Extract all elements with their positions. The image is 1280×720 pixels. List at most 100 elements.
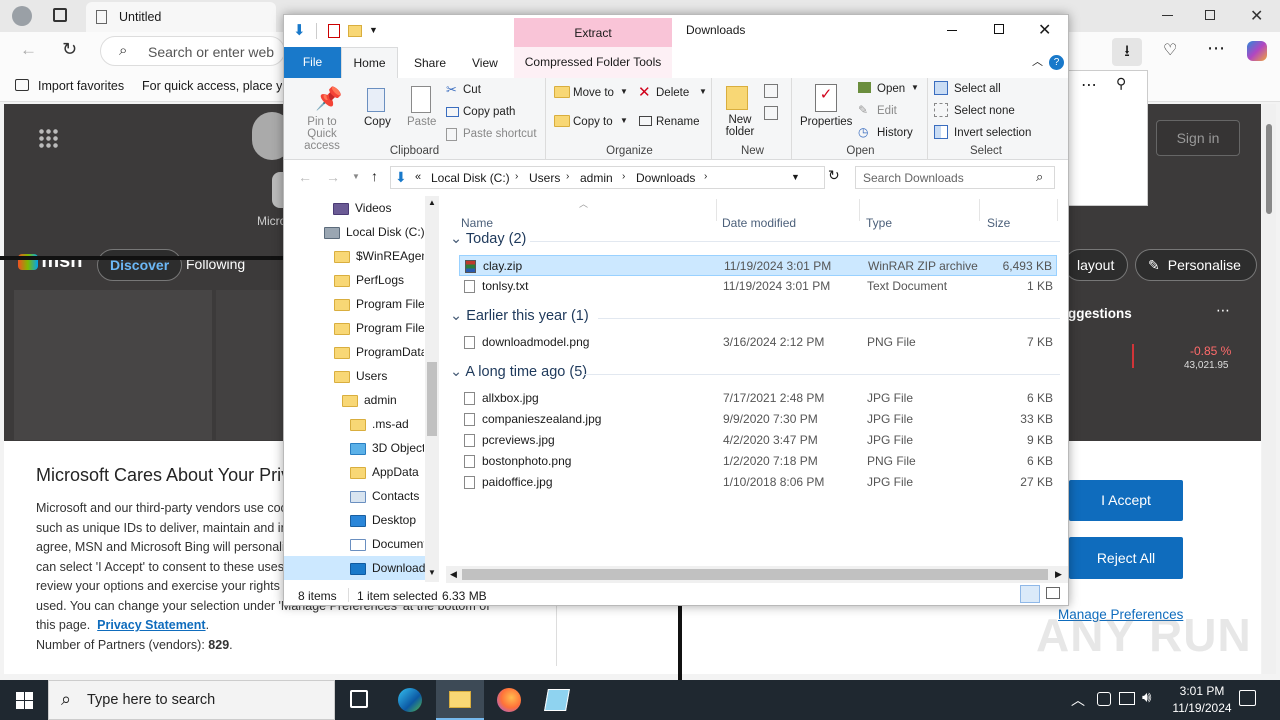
- paste-shortcut-button[interactable]: Paste shortcut: [446, 126, 544, 144]
- scroll-thumb[interactable]: [1266, 124, 1272, 214]
- column-name[interactable]: Name: [461, 216, 493, 230]
- copy-button[interactable]: Copy: [362, 82, 392, 142]
- reject-all-button[interactable]: Reject All: [1069, 537, 1183, 579]
- scroll-down-icon[interactable]: ▼: [428, 568, 436, 577]
- scroll-up-icon[interactable]: ▲: [428, 198, 436, 207]
- file-row[interactable]: downloadmodel.png 3/16/2024 2:12 PM PNG Fi…: [459, 332, 1057, 353]
- help-icon[interactable]: ?: [1049, 55, 1064, 70]
- delete-button[interactable]: ✕ Delete ▼: [638, 83, 710, 103]
- file-row[interactable]: tonlsy.txt 11/19/2024 3:01 PM Text Documen…: [459, 276, 1057, 297]
- back-icon[interactable]: ←: [298, 169, 312, 185]
- window-minimize-icon[interactable]: [1162, 15, 1173, 16]
- tab-file[interactable]: File: [284, 47, 341, 78]
- new-folder-button[interactable]: New folder: [720, 82, 756, 142]
- tree-item-perflogs[interactable]: PerfLogs: [284, 268, 424, 292]
- personalise-button[interactable]: ✎ Personalise: [1135, 249, 1257, 281]
- h-scroll-thumb[interactable]: [462, 569, 1048, 580]
- select-none-button[interactable]: Select none: [934, 100, 1042, 120]
- file-row[interactable]: companieszealand.jpg 9/9/2020 7:30 PM JPG …: [459, 409, 1057, 430]
- layout-button[interactable]: layout: [1064, 249, 1128, 281]
- window-restore-icon[interactable]: [1205, 10, 1215, 20]
- tab-untitled[interactable]: Untitled: [86, 2, 276, 32]
- tree-scroll-thumb[interactable]: [427, 362, 437, 436]
- flyout-more-icon[interactable]: ⋯: [1081, 75, 1097, 95]
- select-all-button[interactable]: Select all: [934, 78, 1042, 98]
- file-row[interactable]: bostonphoto.png 1/2/2020 7:18 PM PNG File 6…: [459, 451, 1057, 472]
- tree-item-3d-objects[interactable]: 3D Objects: [284, 436, 424, 460]
- address-bar[interactable]: ⌕ Search or enter web address: [100, 36, 285, 66]
- tab-actions-icon[interactable]: [53, 8, 67, 22]
- apps-grid-icon[interactable]: [38, 128, 58, 148]
- ethernet-icon[interactable]: [1119, 692, 1135, 705]
- tree-item-programdata[interactable]: ProgramData: [284, 340, 424, 364]
- close-icon[interactable]: ✕: [1038, 20, 1051, 40]
- maximize-icon[interactable]: [994, 24, 1004, 34]
- tree-item-winreagent[interactable]: $WinREAgent: [284, 244, 424, 268]
- tree-item-local-disk-c[interactable]: Local Disk (C:): [284, 220, 424, 244]
- edit-button[interactable]: ✎ Edit: [858, 100, 924, 120]
- file-row[interactable]: clay.zip 11/19/2024 3:01 PM WinRAR ZIP arc…: [459, 255, 1057, 276]
- tree-item-contacts[interactable]: Contacts: [284, 484, 424, 508]
- extract-context-tab[interactable]: Extract: [514, 18, 672, 48]
- back-icon[interactable]: ←: [20, 40, 37, 60]
- invert-selection-button[interactable]: Invert selection: [934, 122, 1042, 142]
- column-size[interactable]: Size: [987, 216, 1010, 230]
- start-button[interactable]: [0, 680, 48, 720]
- tree-item-videos[interactable]: Videos: [284, 196, 424, 220]
- msn-logo[interactable]: msn: [18, 250, 82, 276]
- crumb-admin[interactable]: admin: [580, 171, 613, 185]
- history-button[interactable]: ◷ History: [858, 122, 924, 142]
- cut-button[interactable]: ✂ Cut: [446, 82, 536, 100]
- group-header[interactable]: ⌄ Earlier this year (1): [450, 308, 1060, 324]
- clock-date[interactable]: 11/19/2024: [1165, 701, 1239, 715]
- browser-essentials-icon[interactable]: ♡: [1163, 40, 1177, 60]
- search-box[interactable]: Search Downloads ⌕: [855, 166, 1055, 189]
- privacy-statement-link[interactable]: Privacy Statement: [97, 618, 205, 632]
- task-view-icon[interactable]: [350, 690, 368, 708]
- settings-more-icon[interactable]: ⋯: [1207, 38, 1225, 59]
- pin-icon[interactable]: ⚲: [1116, 75, 1126, 92]
- tree-scrollbar[interactable]: ▲ ▼: [425, 196, 439, 582]
- page-scrollbar[interactable]: [1262, 104, 1276, 674]
- import-favorites-link[interactable]: Import favorites: [38, 79, 124, 93]
- tab-view[interactable]: View: [472, 56, 498, 70]
- paste-button[interactable]: Paste: [404, 82, 438, 142]
- new-item-icon[interactable]: [764, 84, 778, 98]
- address-dropdown-icon[interactable]: ▼: [791, 172, 800, 182]
- minimize-icon[interactable]: [947, 30, 957, 31]
- forward-icon[interactable]: →: [326, 169, 340, 185]
- scroll-right-icon[interactable]: ▶: [1055, 569, 1062, 580]
- tree-item-program-files[interactable]: Program Files: [284, 292, 424, 316]
- tab-discover[interactable]: Discover: [97, 249, 183, 281]
- copy-path-button[interactable]: Copy path: [446, 104, 536, 122]
- file-row[interactable]: paidoffice.jpg 1/10/2018 8:06 PM JPG File 2…: [459, 472, 1057, 493]
- tree-item-appdata[interactable]: AppData: [284, 460, 424, 484]
- open-button[interactable]: Open ▼: [858, 78, 924, 98]
- more-icon[interactable]: ⋯: [1216, 302, 1230, 319]
- file-row[interactable]: allxbox.jpg 7/17/2021 2:48 PM JPG File 6 KB: [459, 388, 1057, 409]
- properties-button[interactable]: ✓ Properties: [798, 82, 854, 142]
- column-date[interactable]: Date modified: [722, 216, 796, 230]
- column-type[interactable]: Type: [866, 216, 892, 230]
- large-icons-view-icon[interactable]: [1046, 587, 1060, 599]
- window-close-icon[interactable]: ✕: [1250, 6, 1263, 26]
- tree-item-users[interactable]: Users: [284, 364, 424, 388]
- download-icon[interactable]: ⭳: [1112, 38, 1142, 66]
- notepad-icon[interactable]: [544, 689, 570, 711]
- copy-to-button[interactable]: Copy to ▼: [554, 112, 628, 132]
- properties-qat-icon[interactable]: [328, 24, 340, 38]
- volume-icon[interactable]: 🔊︎: [1142, 689, 1151, 706]
- qat-dropdown-icon[interactable]: ▼: [369, 25, 378, 35]
- taskbar-search-box[interactable]: ⌕ Type here to search: [48, 680, 335, 720]
- crumb-local-disk[interactable]: Local Disk (C:): [431, 171, 510, 185]
- horizontal-scrollbar[interactable]: ◀ ▶: [446, 566, 1068, 583]
- copilot-icon[interactable]: [1247, 41, 1267, 61]
- refresh-icon[interactable]: ↻: [62, 39, 77, 60]
- up-icon[interactable]: ↑: [371, 168, 378, 184]
- rename-button[interactable]: Rename: [638, 112, 710, 132]
- crumb-downloads[interactable]: Downloads: [636, 171, 695, 185]
- tab-share[interactable]: Share: [414, 56, 446, 70]
- file-explorer-taskbar-button[interactable]: [436, 680, 484, 720]
- pin-quick-access-button[interactable]: 📌 Pin to Quick access: [290, 82, 354, 152]
- accept-button[interactable]: I Accept: [1069, 480, 1183, 521]
